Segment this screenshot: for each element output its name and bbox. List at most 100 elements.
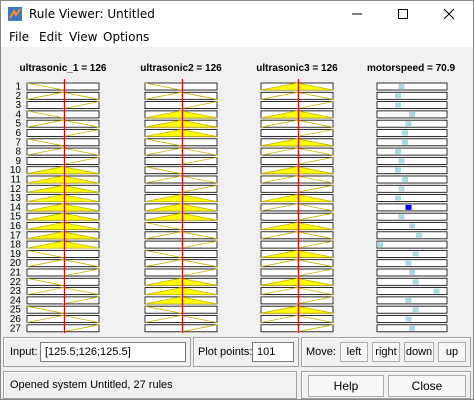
rule-box bbox=[144, 315, 218, 323]
output-box bbox=[376, 184, 448, 193]
output-box bbox=[376, 129, 448, 137]
rule-box bbox=[144, 82, 218, 91]
help-close-panel: Help Close bbox=[301, 371, 471, 399]
rule-box bbox=[144, 324, 218, 333]
minimize-button[interactable] bbox=[337, 1, 377, 27]
move-up-button[interactable]: up bbox=[438, 342, 466, 362]
rule-box bbox=[260, 157, 334, 165]
output-mark bbox=[416, 232, 422, 238]
help-button[interactable]: Help bbox=[308, 375, 384, 397]
move-right-button[interactable]: right bbox=[372, 342, 400, 362]
rule-number: 27 bbox=[10, 323, 22, 333]
rule-box bbox=[260, 296, 334, 305]
close-button[interactable]: Close bbox=[388, 375, 466, 397]
output-box bbox=[376, 166, 448, 175]
maximize-button[interactable] bbox=[383, 1, 423, 27]
rule-plots: ultrasonic_1 = 126 ultrasonic2 = 126 ultra… bbox=[10, 63, 455, 333]
input-field[interactable]: [125.5;126;125.5] bbox=[40, 342, 186, 362]
menu-view[interactable]: View bbox=[69, 30, 97, 44]
menu-bar: File Edit View Options bbox=[1, 27, 473, 47]
status-panel: Opened system Untitled, 27 rules bbox=[3, 371, 297, 399]
menu-file[interactable]: File bbox=[9, 30, 29, 44]
output-box bbox=[376, 175, 448, 184]
input-label: Input: bbox=[10, 346, 38, 358]
rule-box bbox=[260, 184, 334, 193]
plot-points-field[interactable]: 101 bbox=[252, 342, 294, 362]
rule-box bbox=[26, 259, 100, 268]
output-box bbox=[376, 119, 448, 128]
output-box bbox=[376, 82, 448, 91]
rule-box bbox=[260, 268, 334, 277]
output-mark bbox=[405, 297, 412, 303]
output-mark bbox=[433, 288, 440, 294]
rule-box bbox=[144, 259, 218, 268]
menu-options[interactable]: Options bbox=[103, 30, 149, 44]
rule-box bbox=[260, 324, 334, 333]
rule-box bbox=[260, 315, 334, 323]
rule-box bbox=[260, 231, 334, 240]
plot-points-label: Plot points: bbox=[198, 346, 253, 358]
output-mark bbox=[409, 270, 415, 275]
rule-viewer-window: Rule Viewer: Untitled File Edit View Opt… bbox=[0, 0, 474, 400]
output-box bbox=[376, 101, 448, 109]
rule-box bbox=[144, 184, 218, 193]
output-mark bbox=[405, 204, 412, 210]
output-mark bbox=[398, 186, 405, 192]
output-box bbox=[376, 231, 448, 240]
output-mark bbox=[395, 102, 401, 108]
move-down-button[interactable]: down bbox=[404, 342, 434, 362]
rule-box bbox=[144, 222, 218, 230]
plot-title-1: ultrasonic_1 = 126 bbox=[20, 63, 107, 74]
rule-box bbox=[144, 231, 218, 240]
output-mark bbox=[409, 325, 415, 331]
rule-box bbox=[26, 287, 100, 296]
plot-points-panel: Plot points: 101 bbox=[193, 337, 299, 367]
minimize-icon bbox=[352, 13, 362, 15]
output-mark bbox=[412, 251, 419, 257]
plot-title-2: ultrasonic2 = 126 bbox=[140, 63, 222, 74]
rule-box bbox=[26, 119, 100, 128]
rule-box bbox=[26, 82, 100, 91]
rule-box bbox=[260, 287, 334, 296]
output-box bbox=[376, 315, 448, 323]
output-mark bbox=[405, 316, 412, 322]
output-box bbox=[376, 194, 448, 203]
rule-box bbox=[26, 305, 100, 314]
rule-box bbox=[144, 240, 218, 249]
rule-box bbox=[260, 175, 334, 184]
output-mark bbox=[405, 121, 412, 127]
rule-box bbox=[26, 91, 100, 100]
rule-box bbox=[144, 138, 218, 147]
output-mark bbox=[412, 279, 419, 285]
output-mark bbox=[402, 130, 408, 136]
output-mark bbox=[377, 242, 383, 248]
rule-box bbox=[26, 249, 100, 258]
output-mark bbox=[398, 158, 405, 164]
rule-box bbox=[260, 147, 334, 156]
output-box bbox=[376, 147, 448, 156]
output-box bbox=[376, 203, 448, 212]
rule-plot-area: ultrasonic_1 = 126 ultrasonic2 = 126 ultra… bbox=[1, 47, 473, 333]
output-box bbox=[376, 138, 448, 147]
input-panel: Input: [125.5;126;125.5] bbox=[3, 337, 191, 367]
output-mark bbox=[402, 139, 408, 145]
output-box bbox=[376, 277, 448, 286]
move-left-button[interactable]: left bbox=[340, 342, 368, 362]
rule-box bbox=[260, 212, 334, 221]
rule-box bbox=[144, 91, 218, 100]
rule-box bbox=[144, 175, 218, 184]
close-window-button[interactable] bbox=[429, 1, 469, 27]
output-box bbox=[376, 212, 448, 221]
maximize-icon bbox=[398, 9, 408, 19]
output-mark bbox=[412, 307, 419, 313]
move-panel: Move: left right down up bbox=[301, 337, 471, 367]
rule-box bbox=[260, 91, 334, 100]
output-mark bbox=[402, 177, 408, 182]
rule-box bbox=[144, 166, 218, 175]
rule-box bbox=[26, 277, 100, 286]
rule-box bbox=[260, 203, 334, 212]
output-box bbox=[376, 259, 448, 268]
plot-title-3: ultrasonic3 = 126 bbox=[256, 63, 338, 74]
menu-edit[interactable]: Edit bbox=[39, 30, 62, 44]
window-title: Rule Viewer: Untitled bbox=[29, 7, 155, 21]
